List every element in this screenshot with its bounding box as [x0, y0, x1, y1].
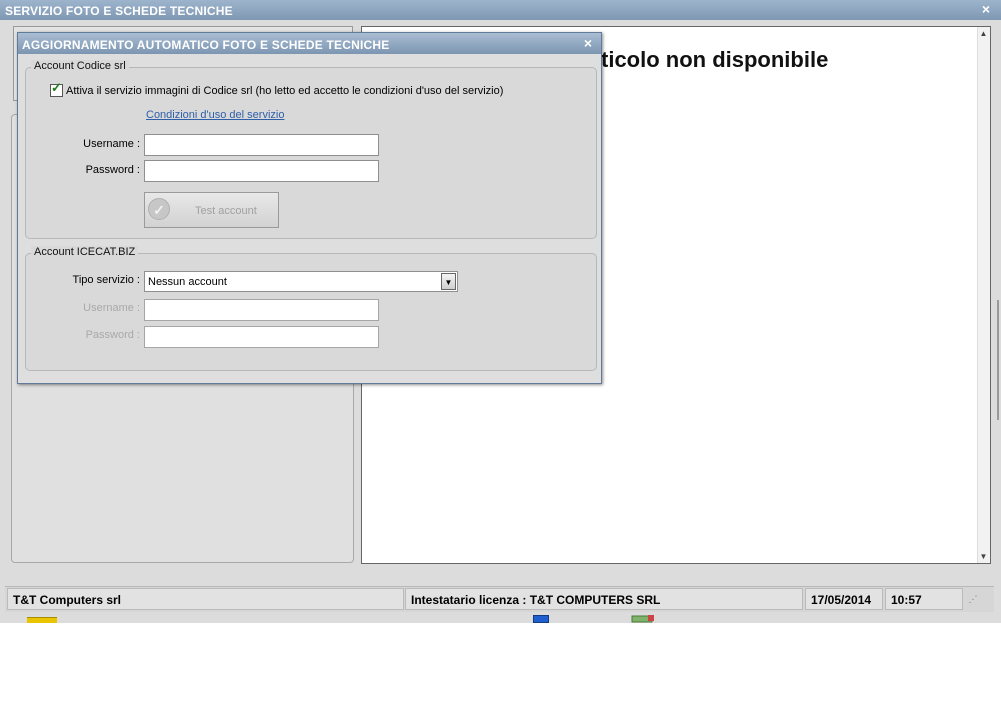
codice-password-input[interactable] — [144, 160, 379, 182]
codice-password-label: Password : — [85, 164, 140, 176]
resize-grip-icon[interactable]: ⋰ — [966, 592, 980, 606]
status-date: 17/05/2014 — [805, 588, 883, 610]
icecat-account-legend: Account ICECAT.BIZ — [31, 246, 139, 258]
icecat-password-label: Password : — [85, 329, 140, 341]
checkmark-circle-icon: ✓ — [148, 198, 170, 220]
status-time: 10:57 — [885, 588, 963, 610]
codice-account-legend: Account Codice srl — [31, 60, 129, 72]
pencil-icon[interactable] — [630, 614, 656, 623]
icecat-password-input[interactable] — [144, 326, 379, 348]
codice-username-label: Username : — [83, 138, 140, 150]
terms-of-use-link[interactable]: Condizioni d'uso del servizio — [146, 109, 284, 121]
status-company: T&T Computers srl — [7, 588, 404, 610]
window-edge-divider — [997, 300, 999, 420]
checkmark-icon: ✓ — [51, 80, 62, 95]
test-account-label: Test account — [195, 205, 257, 217]
codice-username-input[interactable] — [144, 134, 379, 156]
dialog-close-icon[interactable]: × — [581, 36, 595, 50]
scroll-down-arrow-icon[interactable]: ▼ — [977, 550, 990, 563]
preview-scrollbar[interactable] — [977, 27, 990, 563]
main-window-close-icon[interactable]: × — [979, 2, 993, 16]
chevron-down-icon[interactable]: ▼ — [441, 273, 456, 290]
folder-icon[interactable] — [27, 617, 57, 623]
status-license: Intestatario licenza : T&T COMPUTERS SRL — [405, 588, 803, 610]
service-type-label: Tipo servizio : — [72, 274, 140, 286]
enable-service-label[interactable]: Attiva il servizio immagini di Codice sr… — [66, 85, 503, 97]
main-window-title: SERVIZIO FOTO E SCHEDE TECNICHE — [0, 0, 1001, 20]
service-type-select[interactable]: Nessun account — [144, 271, 458, 292]
icecat-username-input[interactable] — [144, 299, 379, 321]
scroll-up-arrow-icon[interactable]: ▲ — [977, 27, 990, 40]
icecat-username-label: Username : — [83, 302, 140, 314]
article-unavailable-message: ticolo non disponibile — [601, 47, 829, 72]
app-cube-icon[interactable] — [533, 615, 549, 623]
dialog-title: AGGIORNAMENTO AUTOMATICO FOTO E SCHEDE T… — [18, 33, 601, 54]
